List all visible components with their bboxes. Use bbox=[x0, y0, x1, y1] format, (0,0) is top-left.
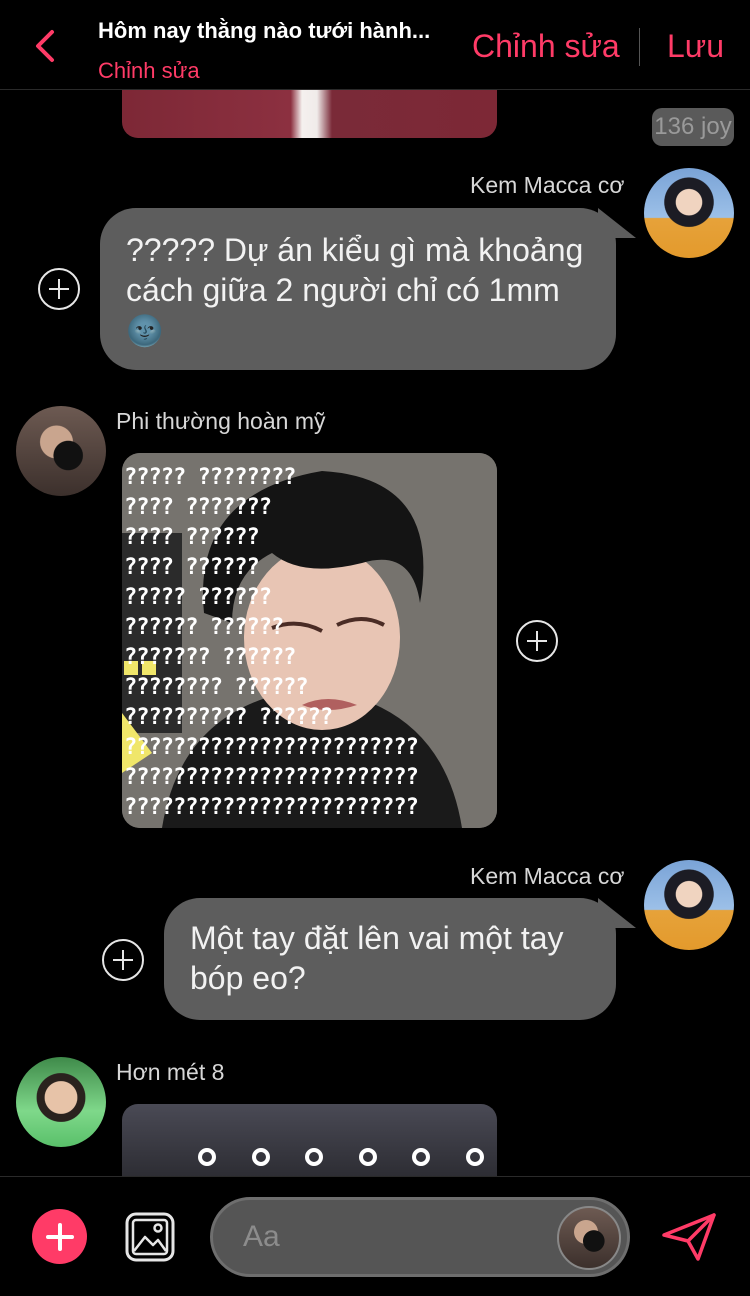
image-icon[interactable] bbox=[124, 1211, 176, 1263]
edit-button[interactable]: Chỉnh sửa bbox=[472, 28, 620, 65]
chat-subtitle[interactable]: Chỉnh sửa bbox=[98, 58, 200, 84]
carousel-dot[interactable] bbox=[305, 1148, 323, 1166]
meme-line: ?????????? ?????? bbox=[124, 705, 333, 730]
meme-line: ???????????????????????? bbox=[124, 735, 419, 760]
sender-name: Kem Macca cơ bbox=[470, 863, 625, 889]
carousel-dot[interactable] bbox=[198, 1148, 216, 1166]
sender-name: Hơn mét 8 bbox=[116, 1059, 225, 1085]
meme-line: ???? ?????? bbox=[124, 555, 260, 580]
carousel-dot[interactable] bbox=[359, 1148, 377, 1166]
carousel-dot[interactable] bbox=[412, 1148, 430, 1166]
sender-name: Kem Macca cơ bbox=[470, 172, 625, 198]
carousel-dot[interactable] bbox=[466, 1148, 484, 1166]
meme-line: ??????? ?????? bbox=[124, 645, 296, 670]
add-reaction-icon[interactable] bbox=[102, 939, 144, 981]
input-placeholder: Aa bbox=[243, 1220, 280, 1253]
meme-line: ???????????????????????? bbox=[124, 795, 419, 820]
meme-image[interactable]: ????? ???????? ???? ??????? ???? ?????? … bbox=[122, 453, 497, 828]
message-bubble[interactable]: Một tay đặt lên vai một tay bóp eo? bbox=[164, 898, 616, 1020]
meme-line: ???? ??????? bbox=[124, 495, 272, 520]
sender-name: Phi thường hoàn mỹ bbox=[116, 408, 326, 434]
composer-bar: Aa bbox=[0, 1176, 750, 1296]
meme-line: ????? ?????? bbox=[124, 585, 272, 610]
previous-image-message[interactable] bbox=[122, 88, 497, 138]
joy-badge: 136 joy bbox=[652, 108, 734, 146]
chat-title: Hôm nay thằng nào tưới hành... bbox=[98, 18, 431, 43]
avatar-hon-met-8[interactable] bbox=[16, 1057, 106, 1147]
chat-header: Hôm nay thằng nào tưới hành... Chỉnh sửa… bbox=[0, 0, 750, 90]
plus-circle-icon[interactable] bbox=[32, 1209, 87, 1264]
message-input[interactable]: Aa bbox=[210, 1197, 630, 1277]
carousel-dots bbox=[194, 1148, 494, 1168]
add-reaction-icon[interactable] bbox=[516, 620, 558, 662]
meme-question-marks: ????? ???????? ???? ??????? ???? ?????? … bbox=[122, 453, 497, 828]
message-text: ????? Dự án kiểu gì mà khoảng cách giữa … bbox=[126, 232, 584, 308]
image-message[interactable] bbox=[122, 1104, 497, 1184]
meme-line: ????? ???????? bbox=[124, 465, 296, 490]
paper-plane-icon[interactable] bbox=[660, 1211, 718, 1263]
avatar-kem-macca[interactable] bbox=[644, 860, 734, 950]
avatar-kem-macca[interactable] bbox=[644, 168, 734, 258]
add-reaction-icon[interactable] bbox=[38, 268, 80, 310]
avatar-phi-thuong[interactable] bbox=[16, 406, 106, 496]
moon-emoji: 🌚 bbox=[126, 315, 164, 348]
header-divider bbox=[639, 28, 640, 66]
meme-line: ???????? ?????? bbox=[124, 675, 309, 700]
chevron-left-icon[interactable] bbox=[28, 26, 62, 66]
message-bubble[interactable]: ????? Dự án kiểu gì mà khoảng cách giữa … bbox=[100, 208, 616, 370]
save-button[interactable]: Lưu bbox=[667, 28, 724, 65]
sticker-avatar-button[interactable] bbox=[557, 1206, 621, 1270]
carousel-dot[interactable] bbox=[252, 1148, 270, 1166]
meme-line: ???? ?????? bbox=[124, 525, 260, 550]
meme-line: ?????? ?????? bbox=[124, 615, 284, 640]
meme-line: ???????????????????????? bbox=[124, 765, 419, 790]
message-text: Một tay đặt lên vai một tay bóp eo? bbox=[190, 920, 564, 996]
